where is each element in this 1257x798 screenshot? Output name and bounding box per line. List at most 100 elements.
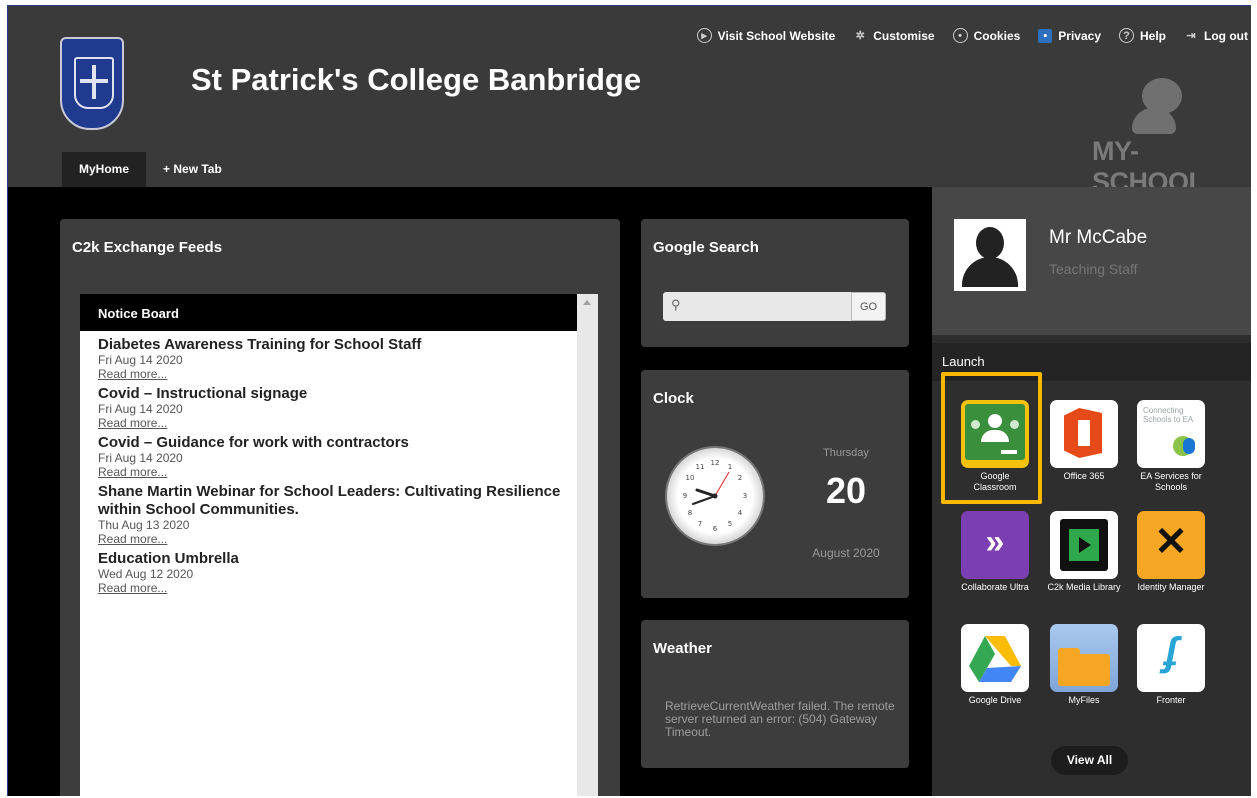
feed-item-date: Fri Aug 14 2020 [98, 353, 183, 367]
weather-panel: Weather RetrieveCurrentWeather failed. T… [641, 620, 909, 768]
clock-title: Clock [653, 390, 694, 407]
read-more-link[interactable]: Read more... [98, 532, 577, 546]
play-circle-icon: ▸ [696, 28, 712, 43]
app-label: Collaborate Ultra [961, 582, 1029, 592]
clock-day-name: Thursday [823, 447, 869, 459]
search-input[interactable]: ⚲ [663, 292, 853, 321]
app-label: EA Services for Schools [1140, 471, 1202, 492]
fronter-icon: ʄ [1164, 630, 1178, 674]
list-item: Shane Martin Webinar for School Leaders:… [98, 483, 577, 546]
svg-text:6: 6 [713, 525, 718, 533]
feed-item-title: Covid – Guidance for work with contracto… [98, 434, 409, 451]
list-item: Covid – Instructional signage Fri Aug 14… [98, 385, 577, 430]
gear-icon: ✲ [855, 30, 865, 42]
user-role: Teaching Staff [1049, 261, 1138, 277]
ea-services-icon: Connecting Schools to EA [1143, 406, 1194, 424]
notice-board-scrollbar[interactable] [577, 294, 598, 796]
feed-item-date: Wed Aug 12 2020 [98, 567, 194, 581]
app-label: Office 365 [1063, 471, 1105, 481]
feed-item-title: Shane Martin Webinar for School Leaders:… [98, 483, 561, 518]
avatar[interactable] [954, 219, 1026, 291]
svg-text:8: 8 [688, 509, 692, 517]
list-item: Diabetes Awareness Training for School S… [98, 336, 577, 381]
media-library-icon [1060, 519, 1108, 571]
school-name: St Patrick's College Banbridge [191, 62, 642, 97]
feed-item-date: Fri Aug 14 2020 [98, 402, 183, 416]
logout-link[interactable]: ⇥ Log out [1184, 28, 1248, 43]
svg-text:11: 11 [696, 463, 705, 471]
feed-item-date: Thu Aug 13 2020 [98, 518, 190, 532]
search-go-button[interactable]: GO [851, 292, 886, 321]
app-collaborate-ultra[interactable]: » Collaborate Ultra [952, 511, 1038, 593]
feeds-title: C2k Exchange Feeds [72, 239, 223, 256]
my-school-logo: MY-SCHOOL [1088, 78, 1246, 197]
office-365-icon [1064, 408, 1102, 458]
tab-myhome[interactable]: MyHome [62, 152, 147, 187]
user-profile: Mr McCabe Teaching Staff [932, 187, 1251, 335]
cookie-icon: • [952, 28, 968, 43]
svg-text:4: 4 [738, 509, 743, 517]
feed-item-date: Fri Aug 14 2020 [98, 451, 183, 465]
app-ea-services[interactable]: Connecting Schools to EA EA Services for… [1128, 400, 1214, 493]
tab-new[interactable]: + New Tab [146, 152, 239, 187]
feed-list: Diabetes Awareness Training for School S… [80, 331, 577, 595]
list-item: Education Umbrella Wed Aug 12 2020 Read … [98, 550, 577, 595]
feed-item-title: Diabetes Awareness Training for School S… [98, 336, 422, 353]
read-more-link[interactable]: Read more... [98, 581, 577, 595]
svg-text:12: 12 [711, 459, 720, 467]
svg-text:2: 2 [738, 474, 742, 482]
scroll-up-icon [583, 300, 591, 305]
weather-title: Weather [653, 640, 712, 657]
logout-icon: ⇥ [1186, 30, 1196, 42]
svg-text:3: 3 [743, 492, 747, 500]
app-office-365[interactable]: Office 365 [1041, 400, 1127, 482]
read-more-link[interactable]: Read more... [98, 465, 577, 479]
app-frame: St Patrick's College Banbridge ▸ Visit S… [7, 5, 1251, 796]
app-label: MyFiles [1068, 695, 1100, 705]
feed-item-title: Education Umbrella [98, 550, 239, 567]
analog-clock: 12 1 2 3 45 6 78 9 10 11 [665, 446, 765, 546]
app-fronter[interactable]: ʄ Fronter [1128, 624, 1214, 706]
app-c2k-media-library[interactable]: C2k Media Library [1041, 511, 1127, 593]
customise-link[interactable]: ✲ Customise [853, 28, 935, 43]
clock-panel: Clock 12 1 2 3 45 6 78 9 10 11 Thursday 20 Aug… [641, 370, 909, 598]
svg-text:5: 5 [728, 520, 732, 528]
top-nav: ▸ Visit School Website ✲ Customise • Coo… [679, 28, 1248, 43]
google-search-panel: Google Search ⚲ GO [641, 219, 909, 347]
svg-text:7: 7 [698, 520, 702, 528]
google-search-title: Google Search [653, 239, 759, 256]
svg-text:1: 1 [728, 463, 732, 471]
notice-board-title: Notice Board [80, 294, 577, 331]
help-link[interactable]: ? Help [1119, 28, 1166, 43]
weather-error-message: RetrieveCurrentWeather failed. The remot… [665, 699, 895, 739]
clock-month-year: August 2020 [812, 546, 880, 560]
user-name: Mr McCabe [1049, 227, 1148, 248]
app-label: C2k Media Library [1047, 582, 1121, 592]
app-identity-manager[interactable]: ✕ Identity Manager [1128, 511, 1214, 593]
app-google-drive[interactable]: Google Drive [952, 624, 1038, 706]
header: St Patrick's College Banbridge ▸ Visit S… [8, 6, 1251, 197]
notice-board: Notice Board Diabetes Awareness Training… [80, 294, 577, 796]
help-icon: ? [1119, 28, 1134, 43]
google-drive-icon [969, 636, 1021, 682]
school-crest-logo [60, 37, 124, 130]
app-label: Fronter [1156, 695, 1186, 705]
svg-text:10: 10 [686, 474, 695, 482]
visit-school-website-link[interactable]: ▸ Visit School Website [696, 28, 835, 43]
app-label: Google Drive [968, 695, 1022, 705]
app-label: Identity Manager [1137, 582, 1205, 592]
list-item: Covid – Guidance for work with contracto… [98, 434, 577, 479]
clock-day-number: 20 [825, 470, 867, 511]
cookies-link[interactable]: • Cookies [952, 28, 1020, 43]
view-all-button[interactable]: View All [1051, 746, 1128, 775]
tab-bar: MyHome + New Tab [62, 152, 239, 187]
app-myfiles[interactable]: MyFiles [1041, 624, 1127, 706]
privacy-icon: ▪ [1038, 28, 1053, 43]
highlight-box [941, 372, 1042, 504]
collaborate-ultra-icon: » [985, 523, 1005, 561]
read-more-link[interactable]: Read more... [98, 416, 577, 430]
read-more-link[interactable]: Read more... [98, 367, 577, 381]
myfiles-icon [1058, 654, 1110, 686]
privacy-link[interactable]: ▪ Privacy [1038, 28, 1101, 43]
svg-text:9: 9 [683, 492, 687, 500]
